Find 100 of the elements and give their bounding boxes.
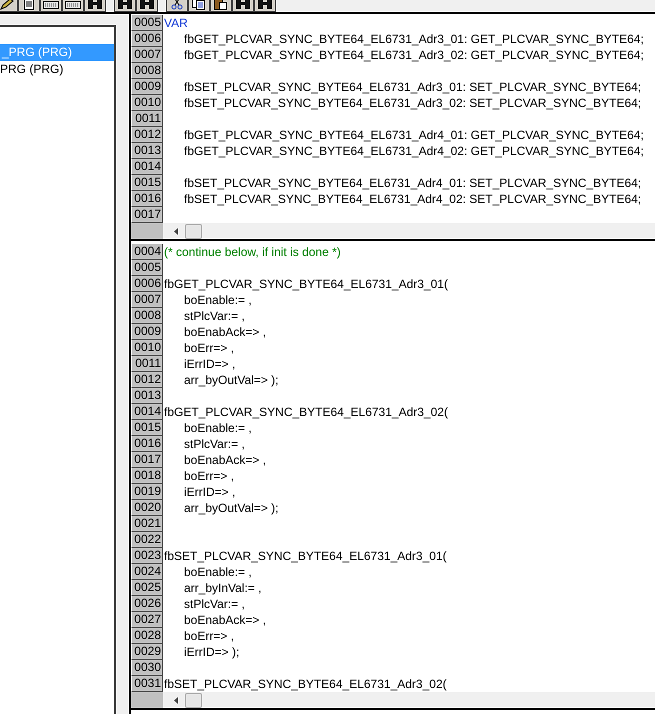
line-number: 0012 — [131, 127, 163, 143]
code-line: boEnable:= , — [183, 420, 252, 436]
line-number: 0015 — [131, 420, 163, 436]
horizontal-scrollbar[interactable] — [163, 692, 655, 708]
line-number: 0021 — [131, 516, 163, 532]
toolbar-button[interactable] — [136, 0, 158, 12]
line-number: 0007 — [131, 47, 163, 63]
toolbar-button[interactable] — [62, 0, 84, 12]
code-line: boErr=> , — [183, 628, 234, 644]
scissors-icon — [171, 0, 183, 10]
line-number: 0012 — [131, 372, 163, 388]
binoculars-icon — [87, 0, 103, 10]
toolbar-button[interactable] — [166, 0, 188, 12]
document-icon — [23, 0, 35, 10]
line-number: 0011 — [131, 356, 163, 372]
code-line: fbSET_PLCVAR_SYNC_BYTE64_EL6731_Adr3_01: SET_PLCVAR_SYNC_BYTE64; — [183, 79, 642, 95]
keyboard-icon — [65, 0, 81, 9]
line-number: 0013 — [131, 143, 163, 159]
code-line: boEnable:= , — [183, 292, 252, 308]
left-arrow-icon[interactable] — [174, 228, 178, 234]
line-number: 0017 — [131, 207, 163, 223]
code-line: stPlcVar:= , — [183, 308, 245, 324]
line-number: 0014 — [131, 159, 163, 175]
toolbar-button[interactable] — [254, 0, 276, 12]
line-number: 0008 — [131, 63, 163, 79]
line-number: 0020 — [131, 500, 163, 516]
code-line: iErrID=> , — [183, 356, 236, 372]
code-line: arr_byOutVal=> ); — [183, 500, 278, 516]
line-number: 0009 — [131, 324, 163, 340]
left-arrow-icon[interactable] — [174, 696, 178, 704]
binoculars-icon — [235, 0, 251, 10]
line-number: 0027 — [131, 612, 163, 628]
scrollbar-thumb[interactable] — [185, 692, 202, 708]
line-number: 0016 — [131, 436, 163, 452]
code-line: boErr=> , — [183, 468, 234, 484]
toolbar-button[interactable] — [84, 0, 106, 12]
code-line: fbSET_PLCVAR_SYNC_BYTE64_EL6731_Adr3_02: SET_PLCVAR_SYNC_BYTE64; — [183, 95, 642, 111]
line-number: 0009 — [131, 79, 163, 95]
code-line: boEnable:= , — [183, 564, 252, 580]
code-line: fbGET_PLCVAR_SYNC_BYTE64_EL6731_Adr4_01: GET_PLCVAR_SYNC_BYTE64; — [183, 127, 644, 143]
code-line: fbSET_PLCVAR_SYNC_BYTE64_EL6731_Adr3_02( — [163, 676, 447, 692]
line-number: 0011 — [131, 111, 163, 127]
code-line: fbGET_PLCVAR_SYNC_BYTE64_EL6731_Adr4_02: GET_PLCVAR_SYNC_BYTE64; — [183, 143, 644, 159]
code-line: fbGET_PLCVAR_SYNC_BYTE64_EL6731_Adr3_01( — [163, 276, 448, 292]
line-number: 0023 — [131, 548, 163, 564]
scrollbar-thumb[interactable] — [185, 224, 202, 238]
code-line: fbSET_PLCVAR_SYNC_BYTE64_EL6731_Adr3_01( — [163, 548, 447, 564]
scrollbar-corner — [131, 223, 163, 239]
line-number: 0030 — [131, 660, 163, 676]
toolbar-button[interactable] — [210, 0, 232, 12]
code-line: arr_byInVal:= , — [183, 580, 262, 596]
line-number: 0008 — [131, 308, 163, 324]
line-number: 0016 — [131, 191, 163, 207]
line-number: 0024 — [131, 564, 163, 580]
paste-icon — [214, 0, 228, 10]
code-line: arr_byOutVal=> ); — [183, 372, 278, 388]
horizontal-scrollbar[interactable] — [163, 223, 655, 239]
pencil-icon — [0, 0, 14, 10]
line-number: 0005 — [131, 15, 163, 31]
code-line: boEnabAck=> , — [183, 612, 266, 628]
tree-item[interactable]: PRG (PRG) — [0, 61, 114, 78]
code-line: boEnabAck=> , — [183, 452, 266, 468]
toolbar-button[interactable] — [40, 0, 62, 12]
line-number: 0017 — [131, 452, 163, 468]
code-line: iErrID=> ); — [183, 644, 240, 660]
binoculars-icon — [257, 0, 273, 10]
line-number: 0010 — [131, 340, 163, 356]
binoculars-icon — [117, 0, 133, 10]
line-number: 0010 — [131, 95, 163, 111]
line-number: 0007 — [131, 292, 163, 308]
code-line: fbGET_PLCVAR_SYNC_BYTE64_EL6731_Adr3_02( — [163, 404, 448, 420]
code-line: fbSET_PLCVAR_SYNC_BYTE64_EL6731_Adr4_02: SET_PLCVAR_SYNC_BYTE64; — [183, 191, 642, 207]
copy-icon — [192, 0, 206, 10]
code-line: fbGET_PLCVAR_SYNC_BYTE64_EL6731_Adr3_01: GET_PLCVAR_SYNC_BYTE64; — [183, 31, 644, 47]
line-number: 0028 — [131, 628, 163, 644]
line-number: 0006 — [131, 276, 163, 292]
line-number: 0019 — [131, 484, 163, 500]
code-line: fbGET_PLCVAR_SYNC_BYTE64_EL6731_Adr3_02: GET_PLCVAR_SYNC_BYTE64; — [183, 47, 644, 63]
keyboard-icon — [43, 0, 59, 9]
toolbar-button[interactable] — [188, 0, 210, 12]
toolbar-button[interactable] — [18, 0, 40, 12]
toolbar-button[interactable] — [114, 0, 136, 12]
line-number: 0026 — [131, 596, 163, 612]
code-line: VAR — [163, 15, 188, 31]
line-number: 0022 — [131, 532, 163, 548]
code-line: fbSET_PLCVAR_SYNC_BYTE64_EL6731_Adr4_01: SET_PLCVAR_SYNC_BYTE64; — [183, 175, 642, 191]
line-number: 0029 — [131, 644, 163, 660]
code-line: iErrID=> , — [183, 484, 236, 500]
line-number: 0018 — [131, 468, 163, 484]
code-line: boEnabAck=> , — [183, 324, 266, 340]
toolbar-button[interactable] — [232, 0, 254, 12]
line-number: 0015 — [131, 175, 163, 191]
line-number: 0031 — [131, 676, 163, 692]
code-comment: (* continue below, if init is done *) — [163, 244, 341, 260]
line-number: 0005 — [131, 260, 163, 276]
line-number: 0013 — [131, 388, 163, 404]
line-number: 0025 — [131, 580, 163, 596]
code-line: boErr=> , — [183, 340, 234, 356]
code-line: stPlcVar:= , — [183, 596, 245, 612]
line-number: 0006 — [131, 31, 163, 47]
